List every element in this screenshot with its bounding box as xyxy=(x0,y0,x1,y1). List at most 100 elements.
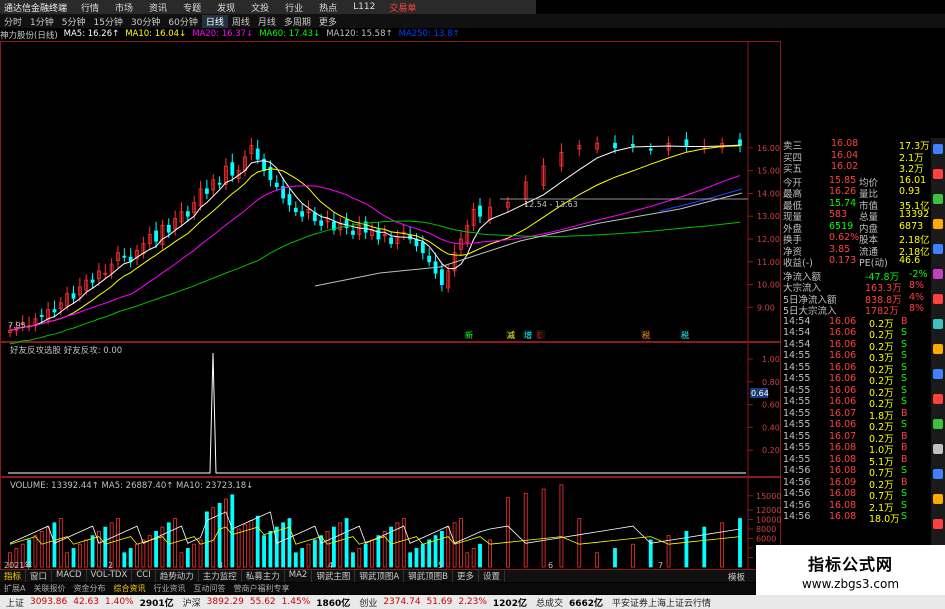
candle-body xyxy=(204,188,209,194)
timeframe-30min[interactable]: 30分钟 xyxy=(127,15,164,28)
tick-price: 16.06 xyxy=(829,384,857,396)
sub-tab[interactable]: 扩展A xyxy=(0,583,29,594)
volume-bar xyxy=(505,497,510,568)
volume-bar xyxy=(249,520,254,568)
sub-tab[interactable]: 综合资讯 xyxy=(109,583,149,594)
indicator-tab[interactable]: VOL-TDX xyxy=(87,570,133,582)
indicator-tab[interactable]: 私募主力 xyxy=(242,570,285,582)
settings-icon[interactable] xyxy=(933,269,943,279)
x-axis-tick-label: 7 xyxy=(658,561,663,570)
index-name[interactable]: 上证 xyxy=(0,596,27,609)
price-range-annotation: 12.54 - 13.63 xyxy=(524,200,578,209)
menu-item[interactable]: 资讯 xyxy=(141,1,175,14)
menu-item[interactable]: 发现 xyxy=(209,1,243,14)
tick-side: S xyxy=(901,419,908,430)
indicator-tab[interactable]: 更多 xyxy=(453,570,480,582)
help-icon[interactable] xyxy=(933,519,943,529)
indicator-tab[interactable]: CCI xyxy=(132,570,156,582)
timeframe-month[interactable]: 月线 xyxy=(254,15,280,28)
ma-value: MA10: 16.04↓ xyxy=(125,29,187,39)
tick-row: 14:55 16.08 1.0万 B xyxy=(781,442,931,456)
chart-icon[interactable] xyxy=(933,169,943,179)
search-icon[interactable] xyxy=(933,244,943,254)
index-name[interactable]: 沪深 xyxy=(177,596,204,609)
signal-label: 税 xyxy=(681,330,689,340)
sub-tab[interactable]: 营商户福利专享 xyxy=(229,583,293,594)
volume-bar xyxy=(312,539,317,568)
tick-time: 14:55 xyxy=(783,442,811,453)
timeframe-day[interactable]: 日线 xyxy=(201,14,228,28)
tick-row: 14:56 16.08 18.0万 S xyxy=(781,511,931,525)
bell-icon[interactable] xyxy=(933,369,943,379)
timeframe-multi[interactable]: 多周期 xyxy=(280,15,315,28)
info-icon[interactable] xyxy=(933,394,943,404)
quote-row: 买五 16.02 3.2万 xyxy=(781,161,931,175)
timeframe-1min[interactable]: 1分钟 xyxy=(26,15,58,28)
index-change-pct: 1.45% xyxy=(281,597,311,607)
price-pane-border xyxy=(0,41,781,342)
menu-item[interactable]: 专题 xyxy=(175,1,209,14)
volume-bar xyxy=(523,492,528,568)
calendar-icon[interactable] xyxy=(933,144,943,154)
volume-bar xyxy=(160,526,165,568)
tool-icon[interactable] xyxy=(933,444,943,454)
signal-label: 增 xyxy=(524,330,532,340)
indicator-tab[interactable]: 主力监控 xyxy=(199,570,242,582)
signal-label: 税 xyxy=(642,330,650,340)
indicator-tab[interactable]: 指标 xyxy=(0,570,27,582)
tick-side: B xyxy=(901,315,908,327)
grid-icon[interactable] xyxy=(933,194,943,204)
indicator-tab[interactable]: 趋势动力 xyxy=(156,570,199,582)
sub-tab[interactable]: 行业资讯 xyxy=(149,583,189,594)
template-tab[interactable]: 模板 xyxy=(728,571,745,583)
stat-value: 0.173 xyxy=(829,255,857,266)
index-name[interactable]: 创业 xyxy=(353,596,380,609)
tick-price: 16.06 xyxy=(829,361,857,373)
timeframe-minute[interactable]: 分时 xyxy=(0,15,26,28)
timeframe-more[interactable]: 更多 xyxy=(315,15,341,28)
menu-item[interactable]: L112 xyxy=(345,2,383,12)
star-icon[interactable] xyxy=(933,294,943,304)
menu-item[interactable]: 行情 xyxy=(73,1,107,14)
candle-body xyxy=(648,148,653,151)
share-icon[interactable] xyxy=(933,494,943,504)
indicator-tab[interactable]: MA2 xyxy=(285,570,313,582)
volume-bar xyxy=(128,548,133,568)
menu-item[interactable]: 行业 xyxy=(277,1,311,14)
trade-menu[interactable]: 交易单 xyxy=(383,1,416,14)
kline-chart[interactable]: 16.0015.0014.0013.0012.0011.0010.009.00 … xyxy=(0,41,781,571)
menu-item[interactable]: 文投 xyxy=(243,1,277,14)
indicator-tab[interactable]: 钢武主图 xyxy=(312,570,356,582)
quote-row: 现量 583 总量 13392 xyxy=(781,209,931,223)
indicator-tab[interactable]: MACD xyxy=(52,570,87,582)
indicator-tab[interactable]: 钢武顶图B xyxy=(404,570,453,582)
menu-item[interactable]: 热点 xyxy=(311,1,345,14)
volume-bar xyxy=(236,528,241,568)
sub-tab[interactable]: 关联报价 xyxy=(29,583,69,594)
tick-time: 14:56 xyxy=(783,488,811,499)
stat-value: 6873 xyxy=(899,220,924,232)
sub-tab[interactable]: 资金分布 xyxy=(69,583,109,594)
indicator-tab[interactable]: 窗口 xyxy=(26,570,53,582)
pin-icon[interactable] xyxy=(933,419,943,429)
list-icon[interactable] xyxy=(933,219,943,229)
candle-body xyxy=(312,212,317,222)
candle-body xyxy=(420,242,425,254)
sub-tab[interactable]: 互动问答 xyxy=(189,583,229,594)
timeframe-week[interactable]: 周线 xyxy=(228,15,254,28)
alert-icon[interactable] xyxy=(933,319,943,329)
timeframe-15min[interactable]: 15分钟 xyxy=(89,15,126,28)
tick-side: S xyxy=(901,327,908,338)
link-icon[interactable] xyxy=(933,469,943,479)
timeframe-60min[interactable]: 60分钟 xyxy=(164,15,201,28)
stat-label: 收益(-) xyxy=(783,258,813,269)
volume-bar xyxy=(116,518,120,568)
indicator-tab[interactable]: 钢武顶图A xyxy=(355,570,405,582)
timeframe-5min[interactable]: 5分钟 xyxy=(58,15,90,28)
candle-body xyxy=(230,162,235,176)
volume-bar xyxy=(268,530,273,568)
volume-bar xyxy=(211,507,216,568)
menu-item[interactable]: 市场 xyxy=(107,1,141,14)
flag-icon[interactable] xyxy=(933,344,943,354)
indicator-tab[interactable]: 设置 xyxy=(479,570,506,582)
